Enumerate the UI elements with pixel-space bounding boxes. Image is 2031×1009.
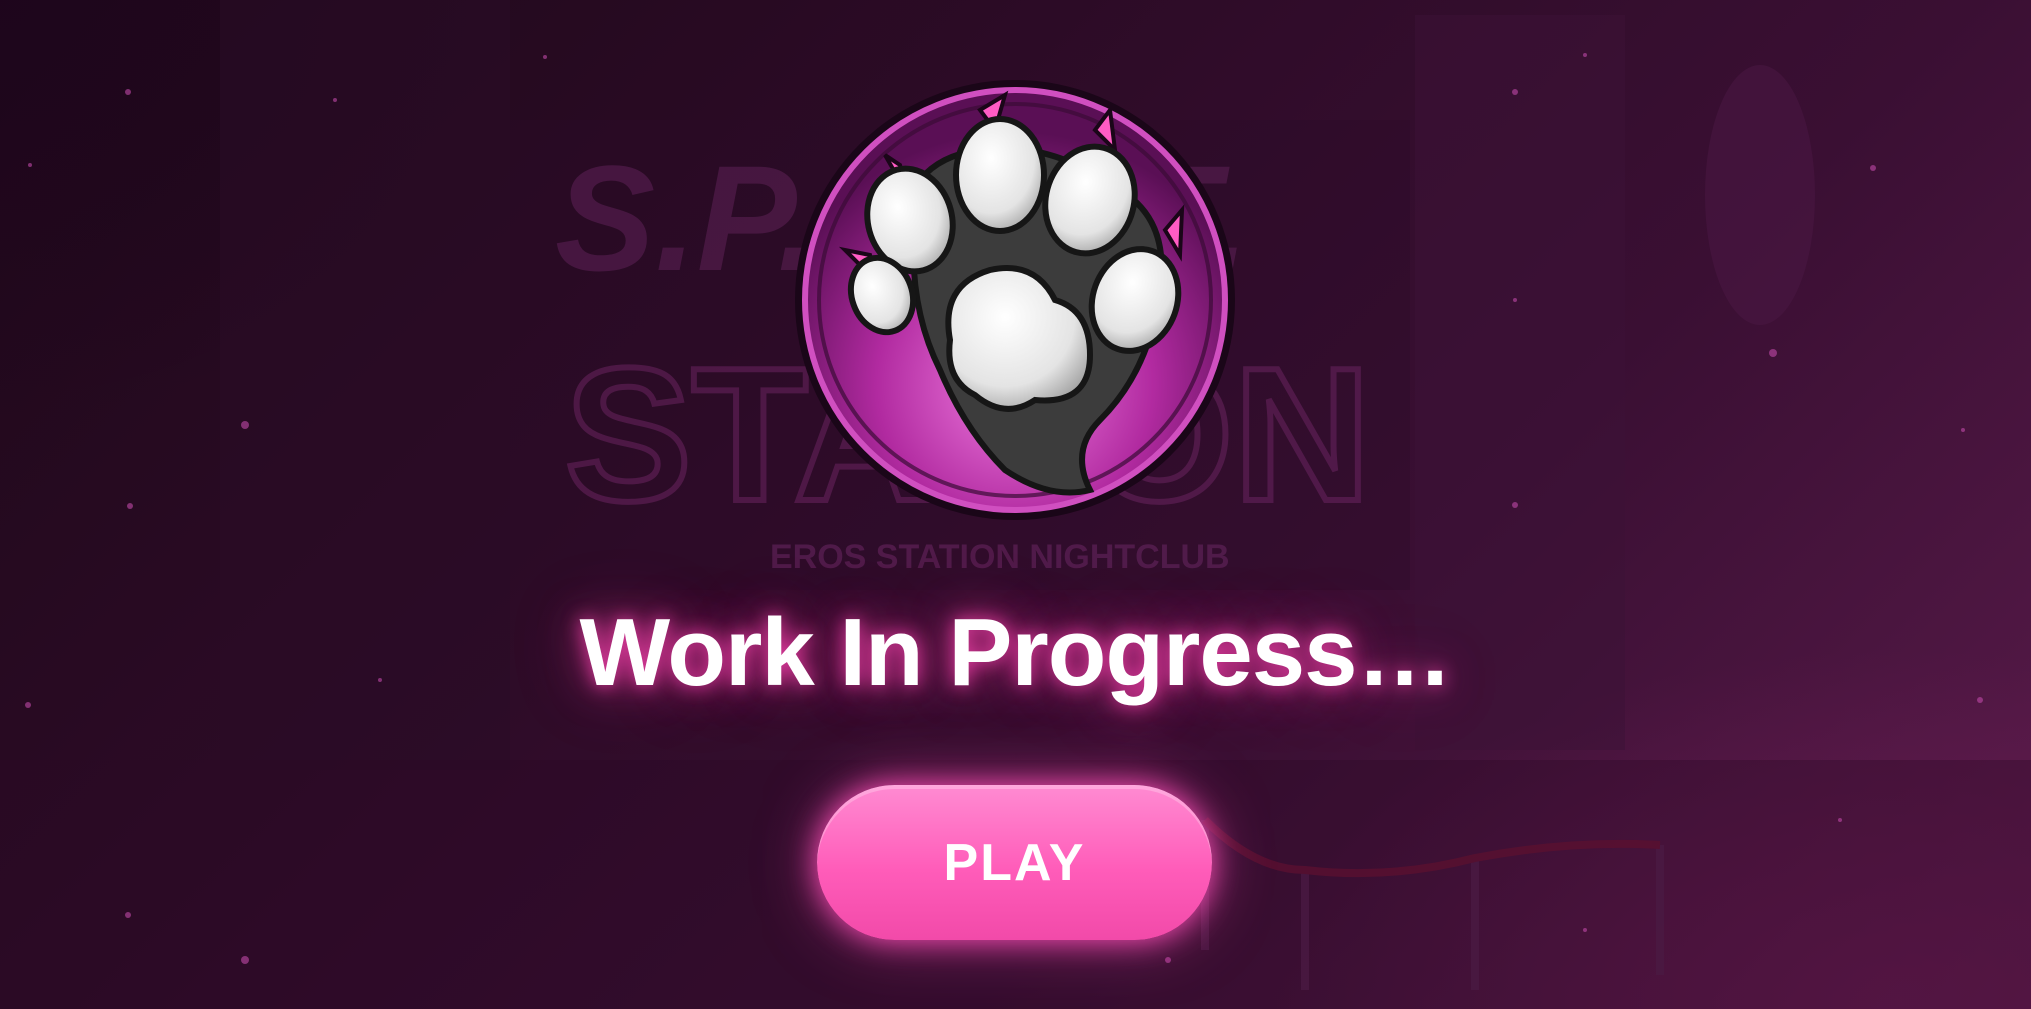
page-title: Work In Progress… [579, 599, 1452, 706]
paw-logo [790, 70, 1240, 520]
game-title-screen: S.P.O.R.T. STATION EROS STATION NIGHTCLU… [0, 0, 2031, 1009]
wall-paw-emblem [1705, 65, 1815, 325]
paw-icon [795, 80, 1235, 520]
sign-sub-text: EROS STATION NIGHTCLUB [770, 538, 1230, 576]
play-button[interactable]: PLAY [817, 785, 1212, 940]
